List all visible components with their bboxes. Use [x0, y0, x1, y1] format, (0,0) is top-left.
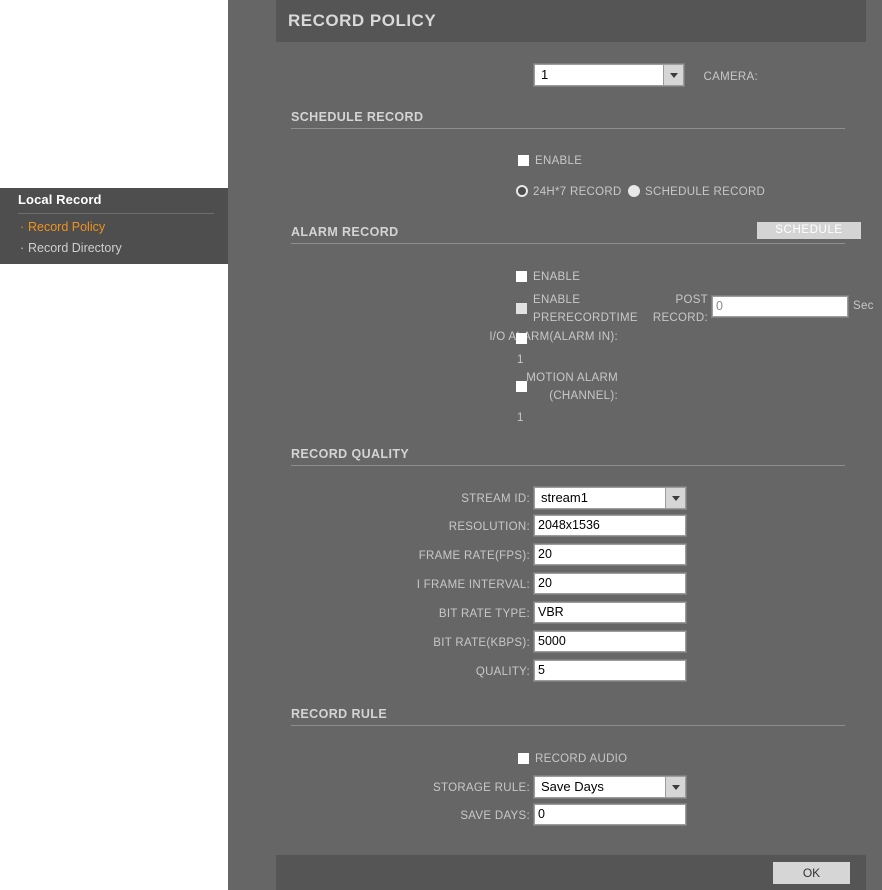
section-schedule-record: SCHEDULE RECORD — [291, 110, 845, 129]
stream-id-label: STREAM ID: — [461, 493, 530, 505]
post-record-input[interactable]: 0 — [712, 296, 848, 317]
i-frame-interval-label: I FRAME INTERVAL: — [416, 579, 530, 591]
stream-id-select-value: stream1 — [541, 490, 588, 505]
content-column: RECORD POLICY CAMERA: 1 SCHEDULE RECORD … — [228, 0, 882, 890]
radio-schedule-record-label: SCHEDULE RECORD — [645, 186, 766, 198]
record-policy-form: CAMERA: 1 SCHEDULE RECORD ENABLE 24H*7 R… — [228, 42, 882, 855]
io-alarm-checkbox[interactable] — [516, 333, 527, 344]
ok-button[interactable]: OK — [773, 862, 850, 884]
schedule-enable-checkbox[interactable] — [518, 155, 529, 166]
radio-schedule-record[interactable] — [628, 185, 640, 197]
quality-input[interactable]: 5 — [534, 660, 686, 681]
section-record-rule: RECORD RULE — [291, 707, 845, 726]
i-frame-interval-input[interactable]: 20 — [534, 573, 686, 594]
quality-label: QUALITY: — [475, 666, 530, 678]
radio-24h7-record[interactable] — [516, 185, 528, 197]
io-alarm-channel-value: 1 — [517, 354, 524, 366]
bit-rate-type-input[interactable]: VBR — [534, 602, 686, 623]
post-record-unit: Sec — [853, 300, 874, 312]
radio-24h7-record-label: 24H*7 RECORD — [533, 186, 622, 198]
sidebar-item-label: Record Directory — [28, 241, 122, 255]
bit-rate-label: BIT RATE(KBPS): — [433, 637, 530, 649]
section-rule — [291, 243, 845, 244]
io-alarm-label: I/O ALARM(ALARM IN): — [489, 331, 618, 343]
bullet-icon: · — [20, 241, 25, 255]
schedule-enable-label: ENABLE — [535, 155, 583, 167]
chevron-down-icon[interactable] — [665, 777, 685, 797]
motion-alarm-checkbox[interactable] — [516, 381, 527, 392]
storage-rule-select-value: Save Days — [541, 779, 604, 794]
sidebar-title: Local Record — [18, 192, 102, 207]
motion-alarm-channel-value: 1 — [517, 412, 524, 424]
prerecord-enable-checkbox[interactable] — [516, 303, 527, 314]
section-rule — [291, 128, 845, 129]
frame-rate-label: FRAME RATE(FPS): — [418, 550, 530, 562]
section-title: ALARM RECORD — [291, 225, 399, 239]
stream-id-select[interactable]: stream1 — [534, 487, 686, 509]
post-record-label-line1: POST — [675, 294, 708, 306]
section-rule — [291, 465, 845, 466]
storage-rule-label: STORAGE RULE: — [433, 782, 530, 794]
section-title: RECORD RULE — [291, 707, 388, 721]
camera-select-value: 1 — [541, 67, 549, 82]
frame-rate-input[interactable]: 20 — [534, 544, 686, 565]
section-rule — [291, 725, 845, 726]
motion-alarm-label-line2: (CHANNEL): — [549, 390, 618, 402]
page-title: RECORD POLICY — [276, 0, 866, 42]
section-alarm-record: ALARM RECORD — [291, 225, 845, 244]
camera-select[interactable]: 1 — [534, 64, 684, 86]
save-days-input[interactable]: 0 — [534, 804, 686, 825]
post-record-label-line2: RECORD: — [652, 312, 708, 324]
motion-alarm-label-line1: MOTION ALARM — [526, 372, 618, 384]
footer-bar: OK — [276, 855, 866, 890]
record-audio-checkbox[interactable] — [518, 753, 529, 764]
bit-rate-type-label: BIT RATE TYPE: — [438, 608, 530, 620]
sidebar: Local Record · Record Policy · Record Di… — [0, 188, 228, 264]
section-title: RECORD QUALITY — [291, 447, 410, 461]
section-record-quality: RECORD QUALITY — [291, 447, 845, 466]
resolution-input[interactable]: 2048x1536 — [534, 515, 686, 536]
bullet-icon: · — [20, 220, 25, 234]
sidebar-item-record-policy[interactable]: · Record Policy — [0, 214, 228, 235]
prerecord-enable-label-line1: ENABLE — [533, 294, 581, 306]
save-days-label: SAVE DAYS: — [460, 810, 530, 822]
alarm-enable-label: ENABLE — [533, 271, 581, 283]
alarm-enable-checkbox[interactable] — [516, 271, 527, 282]
bit-rate-input[interactable]: 5000 — [534, 631, 686, 652]
section-title: SCHEDULE RECORD — [291, 110, 424, 124]
chevron-down-icon[interactable] — [665, 488, 685, 508]
chevron-down-icon[interactable] — [663, 65, 683, 85]
sidebar-item-label: Record Policy — [28, 220, 106, 234]
resolution-label: RESOLUTION: — [448, 521, 530, 533]
storage-rule-select[interactable]: Save Days — [534, 776, 686, 798]
sidebar-item-record-directory[interactable]: · Record Directory — [0, 235, 228, 256]
record-audio-label: RECORD AUDIO — [535, 753, 628, 765]
